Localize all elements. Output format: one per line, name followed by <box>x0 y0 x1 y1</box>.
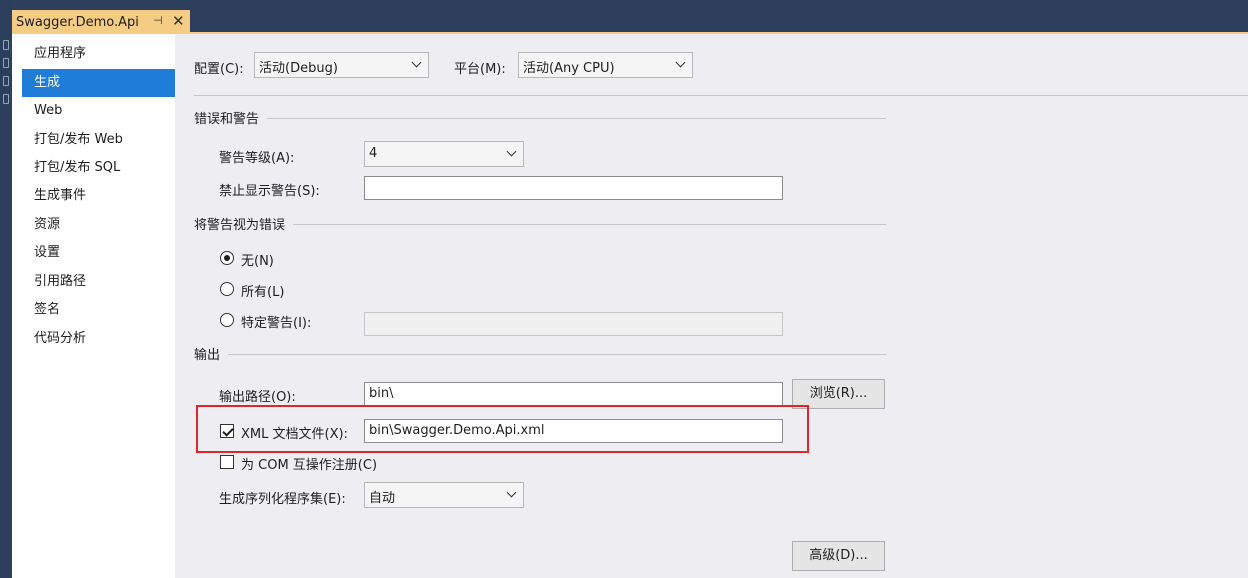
close-icon[interactable]: ✕ <box>172 12 185 30</box>
xml-doc-path-input[interactable]: bin\Swagger.Demo.Api.xml <box>364 419 783 443</box>
radio-all[interactable] <box>220 282 234 296</box>
tab-project-properties[interactable]: Swagger.Demo.Api ⊣ ✕ <box>12 10 190 34</box>
sidebar-item-code-analysis[interactable]: 代码分析 <box>22 325 175 353</box>
sidebar-item-build-events[interactable]: 生成事件 <box>22 182 175 210</box>
chevron-down-icon <box>506 146 517 157</box>
warning-level-select[interactable]: 4 <box>364 141 524 167</box>
chevron-down-icon <box>411 57 422 68</box>
advanced-button[interactable]: 高级(D)... <box>792 541 885 571</box>
serialization-value: 自动 <box>369 491 396 506</box>
radio-none[interactable] <box>220 251 234 265</box>
warning-level-value: 4 <box>369 146 378 161</box>
radio-specific-label[interactable]: 特定警告(I): <box>241 312 311 331</box>
sidebar-item-publish-web[interactable]: 打包/发布 Web <box>22 126 175 154</box>
document-tab-bar: Swagger.Demo.Api ⊣ ✕ <box>12 0 1248 34</box>
platform-select[interactable]: 活动(Any CPU) <box>518 52 693 78</box>
sidebar-item-resources[interactable]: 资源 <box>22 211 175 239</box>
suppress-warnings-input[interactable] <box>364 176 783 200</box>
serialization-label: 生成序列化程序集(E): <box>219 492 346 507</box>
divider <box>194 95 1248 96</box>
specific-warnings-input[interactable] <box>364 312 783 336</box>
tool-window-icon[interactable] <box>3 76 9 86</box>
platform-value: 活动(Any CPU) <box>523 61 615 76</box>
section-divider <box>194 118 886 119</box>
sidebar-item-web[interactable]: Web <box>22 97 175 125</box>
serialization-select[interactable]: 自动 <box>364 482 524 508</box>
build-settings-panel: 配置(C): 活动(Debug) 平台(M): 活动(Any CPU) 错误和警… <box>175 34 1248 578</box>
treat-warnings-section: 将警告视为错误 <box>194 214 886 234</box>
output-path-value: bin\ <box>369 386 394 401</box>
sidebar-item-publish-sql[interactable]: 打包/发布 SQL <box>22 154 175 182</box>
platform-label: 平台(M): <box>454 62 506 77</box>
config-select[interactable]: 活动(Debug) <box>254 52 429 78</box>
sidebar-item-signing[interactable]: 签名 <box>22 296 175 324</box>
sidebar-item-build[interactable]: 生成 <box>22 69 181 97</box>
config-label: 配置(C): <box>194 62 244 77</box>
com-register-label[interactable]: 为 COM 互操作注册(C) <box>241 454 377 473</box>
radio-all-label[interactable]: 所有(L) <box>241 281 284 300</box>
section-divider <box>194 354 886 355</box>
ide-left-strip <box>0 0 12 578</box>
errors-warnings-section: 错误和警告 <box>194 108 886 128</box>
sidebar-item-application[interactable]: 应用程序 <box>22 40 175 68</box>
sidebar-item-reference-paths[interactable]: 引用路径 <box>22 268 175 296</box>
tool-window-icon[interactable] <box>3 58 9 68</box>
xml-doc-checkbox[interactable] <box>220 424 234 438</box>
sidebar-item-settings[interactable]: 设置 <box>22 239 175 267</box>
com-register-checkbox[interactable] <box>220 455 234 469</box>
warning-level-label: 警告等级(A): <box>219 151 295 166</box>
section-title: 错误和警告 <box>194 108 268 127</box>
xml-doc-label[interactable]: XML 文档文件(X): <box>241 423 348 442</box>
radio-specific[interactable] <box>220 313 234 327</box>
tab-title: Swagger.Demo.Api <box>16 14 139 30</box>
config-value: 活动(Debug) <box>259 61 338 76</box>
output-path-label: 输出路径(O): <box>219 390 296 405</box>
suppress-warnings-label: 禁止显示警告(S): <box>219 184 320 199</box>
section-title: 输出 <box>194 344 229 363</box>
pin-icon[interactable]: ⊣ <box>153 14 163 27</box>
properties-sidebar: 应用程序 生成 Web 打包/发布 Web 打包/发布 SQL 生成事件 资源 … <box>12 34 181 578</box>
tool-window-icon[interactable] <box>3 40 9 50</box>
tool-window-icon[interactable] <box>3 94 9 104</box>
xml-doc-path-value: bin\Swagger.Demo.Api.xml <box>369 423 545 438</box>
output-path-input[interactable]: bin\ <box>364 382 783 406</box>
chevron-down-icon <box>675 57 686 68</box>
section-divider <box>194 224 886 225</box>
output-section: 输出 <box>194 344 886 364</box>
section-title: 将警告视为错误 <box>194 214 294 233</box>
chevron-down-icon <box>506 487 517 498</box>
radio-none-label[interactable]: 无(N) <box>241 250 274 269</box>
